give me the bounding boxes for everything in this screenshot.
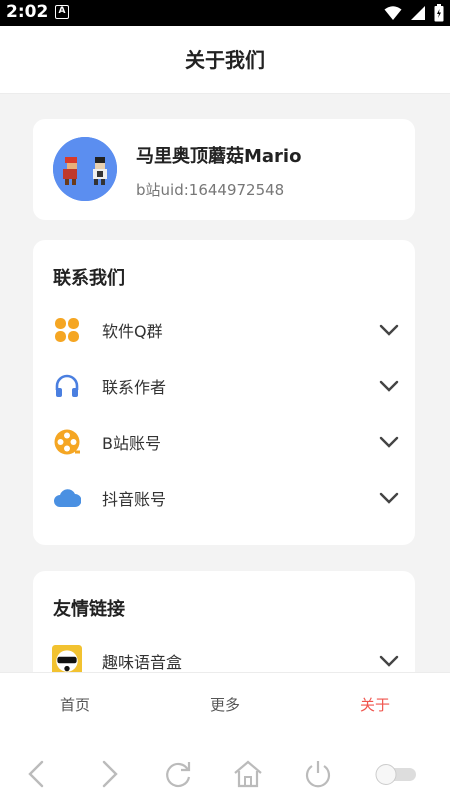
wifi-icon bbox=[384, 6, 402, 20]
home-icon[interactable] bbox=[232, 758, 264, 790]
contact-card: 联系我们 软件Q群 联系作者 B站账号 抖音账号 bbox=[33, 240, 415, 545]
app-thumbnail-icon bbox=[52, 645, 82, 675]
contact-item-bilibili[interactable]: B站账号 bbox=[33, 414, 415, 470]
power-icon[interactable] bbox=[302, 758, 334, 790]
status-bar: 2:02 A bbox=[0, 0, 450, 26]
back-icon[interactable] bbox=[22, 758, 54, 790]
chevron-down-icon bbox=[379, 324, 399, 336]
status-icons bbox=[384, 4, 444, 22]
tab-more[interactable]: 更多 bbox=[150, 673, 300, 739]
contact-item-label: 联系作者 bbox=[102, 378, 167, 397]
contact-item-label: 抖音账号 bbox=[102, 490, 167, 509]
contact-section-title: 联系我们 bbox=[53, 268, 125, 289]
headphones-icon bbox=[55, 374, 79, 397]
profile-card: 马里奥顶蘑菇Mario b站uid:1644972548 bbox=[33, 119, 415, 220]
page-title: 关于我们 bbox=[0, 26, 450, 94]
status-time: 2:02 bbox=[6, 2, 49, 22]
film-reel-icon bbox=[54, 429, 80, 455]
chevron-down-icon bbox=[379, 380, 399, 392]
forward-icon[interactable] bbox=[92, 758, 124, 790]
refresh-icon[interactable] bbox=[162, 758, 194, 790]
bottom-tab-bar: 首页 更多 关于 bbox=[0, 672, 450, 738]
notification-icon: A bbox=[55, 5, 69, 19]
contact-item-douyin[interactable]: 抖音账号 bbox=[33, 470, 415, 526]
chevron-down-icon bbox=[379, 492, 399, 504]
profile-name: 马里奥顶蘑菇Mario bbox=[136, 146, 302, 167]
contact-item-label: B站账号 bbox=[102, 434, 161, 453]
profile-uid: b站uid:1644972548 bbox=[136, 181, 285, 199]
contact-item-label: 软件Q群 bbox=[102, 322, 163, 341]
avatar[interactable] bbox=[53, 137, 117, 201]
browser-nav-bar bbox=[0, 738, 450, 810]
friend-links-title: 友情链接 bbox=[53, 599, 125, 620]
contact-item-author[interactable]: 联系作者 bbox=[33, 358, 415, 414]
battery-icon bbox=[434, 4, 444, 22]
contact-item-qq-group[interactable]: 软件Q群 bbox=[33, 302, 415, 358]
tab-about[interactable]: 关于 bbox=[300, 673, 450, 739]
chevron-down-icon bbox=[379, 436, 399, 448]
four-petal-icon bbox=[55, 318, 79, 342]
signal-icon bbox=[411, 6, 425, 20]
tab-home[interactable]: 首页 bbox=[0, 673, 150, 739]
mario-avatar-icon bbox=[53, 137, 117, 201]
friend-link-label: 趣味语音盒 bbox=[102, 653, 183, 672]
cloud-icon bbox=[54, 489, 81, 507]
chevron-down-icon bbox=[379, 655, 399, 667]
toggle-switch[interactable] bbox=[372, 758, 420, 790]
